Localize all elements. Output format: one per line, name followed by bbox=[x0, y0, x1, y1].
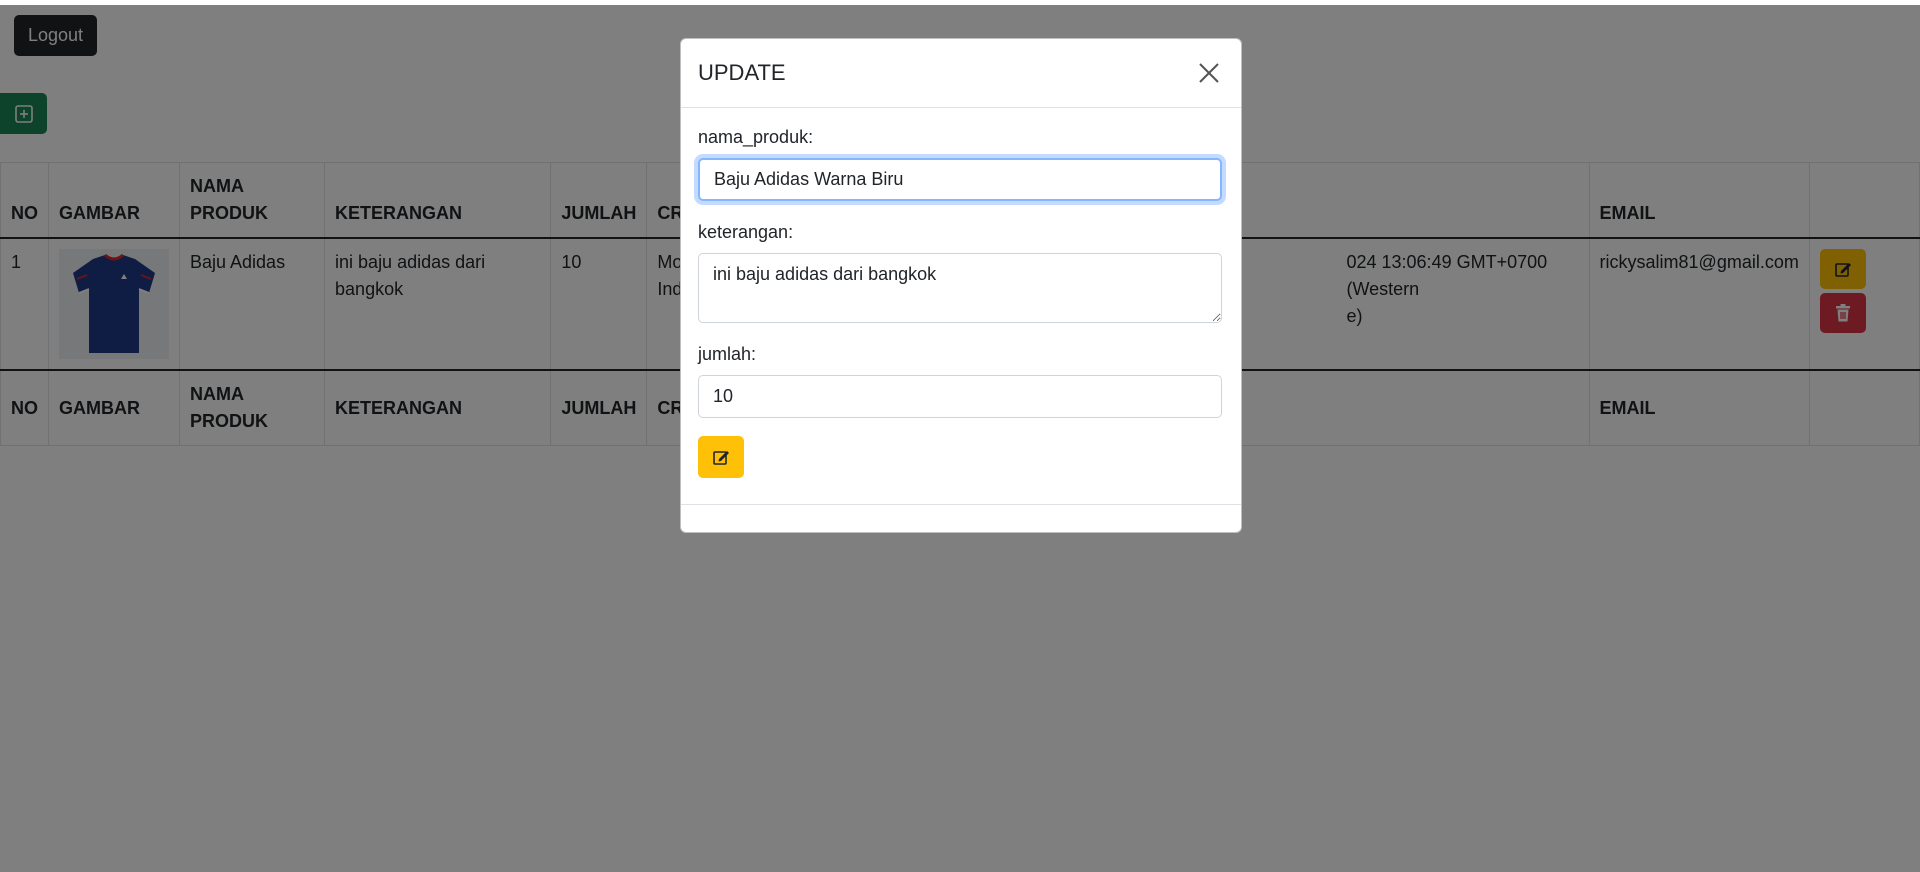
nama-produk-label: nama_produk: bbox=[698, 127, 814, 147]
edit-icon bbox=[713, 451, 729, 465]
keterangan-textarea[interactable]: ini baju adidas dari bangkok bbox=[698, 253, 1222, 323]
jumlah-label: jumlah: bbox=[698, 344, 757, 364]
submit-update-button[interactable] bbox=[698, 436, 744, 478]
nama-produk-input[interactable] bbox=[698, 158, 1222, 201]
keterangan-label: keterangan: bbox=[698, 222, 794, 242]
modal-header: UPDATE bbox=[681, 39, 1241, 108]
modal-title: UPDATE bbox=[698, 60, 786, 85]
close-modal-button[interactable] bbox=[1194, 58, 1224, 88]
update-modal: UPDATE nama_produk: keterangan: ini baju… bbox=[680, 38, 1242, 533]
jumlah-input[interactable] bbox=[698, 375, 1222, 418]
modal-body: nama_produk: keterangan: ini baju adidas… bbox=[681, 108, 1241, 478]
close-icon bbox=[1199, 63, 1219, 83]
modal-footer bbox=[681, 504, 1241, 532]
